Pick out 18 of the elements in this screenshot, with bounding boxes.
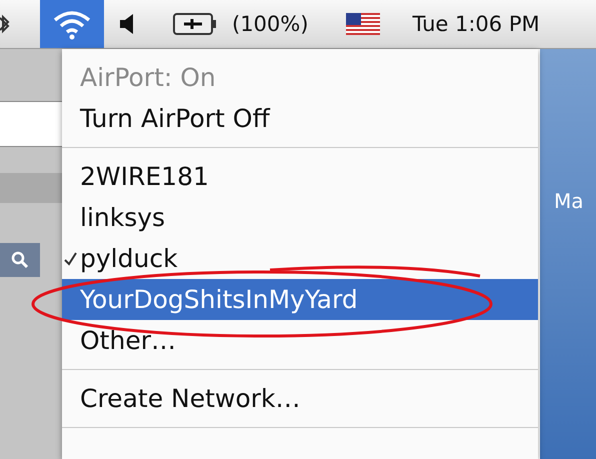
menubar-clock[interactable]: Tue 1:06 PM xyxy=(412,12,540,36)
desktop-label: Ma xyxy=(554,189,584,213)
menu-item[interactable]: pylduck xyxy=(62,238,538,279)
bluetooth-icon[interactable] xyxy=(0,12,10,36)
menu-item[interactable]: linksys xyxy=(62,197,538,238)
text-field[interactable] xyxy=(0,101,62,147)
battery-percentage[interactable]: (100%) xyxy=(232,12,308,36)
menu-item[interactable]: YourDogShitsInMyYard xyxy=(62,279,538,320)
menu-item[interactable]: Create Network… xyxy=(62,378,538,419)
battery-icon[interactable] xyxy=(172,12,218,36)
toolbar-strip xyxy=(0,173,62,203)
wifi-menu-icon[interactable] xyxy=(40,0,104,48)
speaker-icon[interactable] xyxy=(118,12,136,36)
menu-item[interactable]: Other… xyxy=(62,320,538,361)
menu-item[interactable]: 2WIRE181 xyxy=(62,156,538,197)
menu-item[interactable]: Turn AirPort Off xyxy=(62,98,538,139)
flag-icon[interactable] xyxy=(346,13,380,35)
search-icon[interactable] xyxy=(0,243,40,277)
